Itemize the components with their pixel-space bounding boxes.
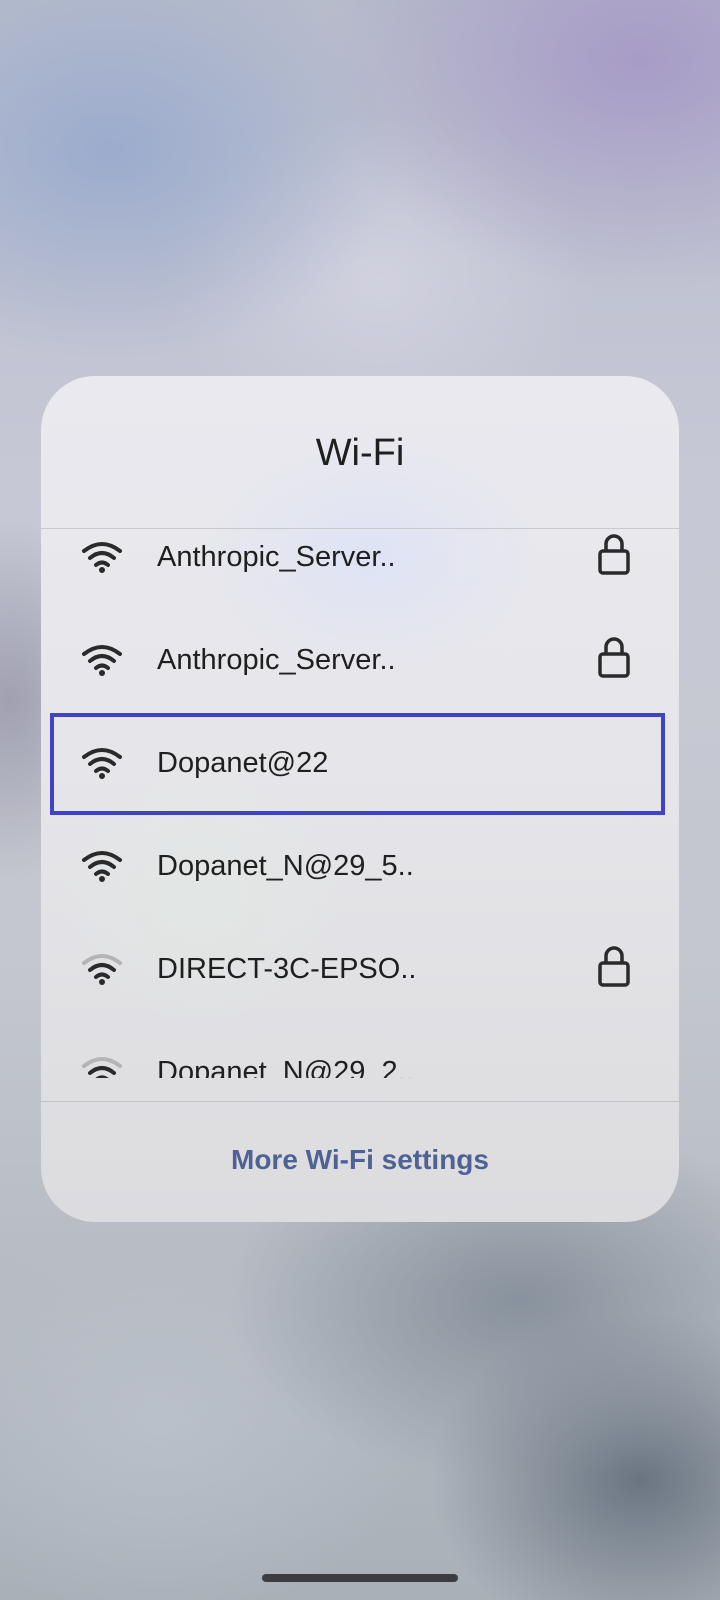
- network-item-selected[interactable]: Dopanet@22: [41, 711, 679, 815]
- wifi-signal-icon: [82, 645, 122, 676]
- network-name: Anthropic_Server..: [157, 541, 396, 573]
- network-name: Dopanet_N@29_5..: [157, 850, 414, 882]
- wifi-signal-icon: [82, 954, 122, 985]
- network-item[interactable]: Anthropic_Server..: [41, 608, 679, 712]
- wifi-panel: Wi-Fi Anthropic_Server.. Anthropic_Serve…: [41, 376, 679, 1222]
- network-list[interactable]: Anthropic_Server.. Anthropic_Server.. Do…: [41, 529, 679, 1078]
- panel-title: Wi-Fi: [315, 432, 405, 474]
- more-wifi-settings-button[interactable]: More Wi-Fi settings: [41, 1102, 679, 1222]
- lock-icon: [598, 637, 630, 678]
- network-name: Dopanet@22: [157, 747, 329, 779]
- network-item[interactable]: Anthropic_Server..: [41, 529, 679, 609]
- network-item[interactable]: DIRECT-3C-EPSO..: [41, 917, 679, 1021]
- home-indicator[interactable]: [262, 1574, 458, 1582]
- wifi-signal-icon: [82, 1057, 122, 1078]
- network-item[interactable]: Dopanet_N@29_5..: [41, 814, 679, 918]
- network-name: Anthropic_Server..: [157, 644, 396, 676]
- network-name: Dopanet_N@29_2..: [157, 1056, 414, 1078]
- wifi-signal-icon: [82, 748, 122, 779]
- network-item[interactable]: Dopanet_N@29_2..: [41, 1020, 679, 1078]
- wifi-signal-icon: [82, 542, 122, 573]
- lock-icon: [598, 534, 630, 575]
- network-name: DIRECT-3C-EPSO..: [157, 953, 417, 985]
- lock-icon: [598, 946, 630, 987]
- wifi-signal-icon: [82, 851, 122, 882]
- selection-outline: [50, 713, 665, 815]
